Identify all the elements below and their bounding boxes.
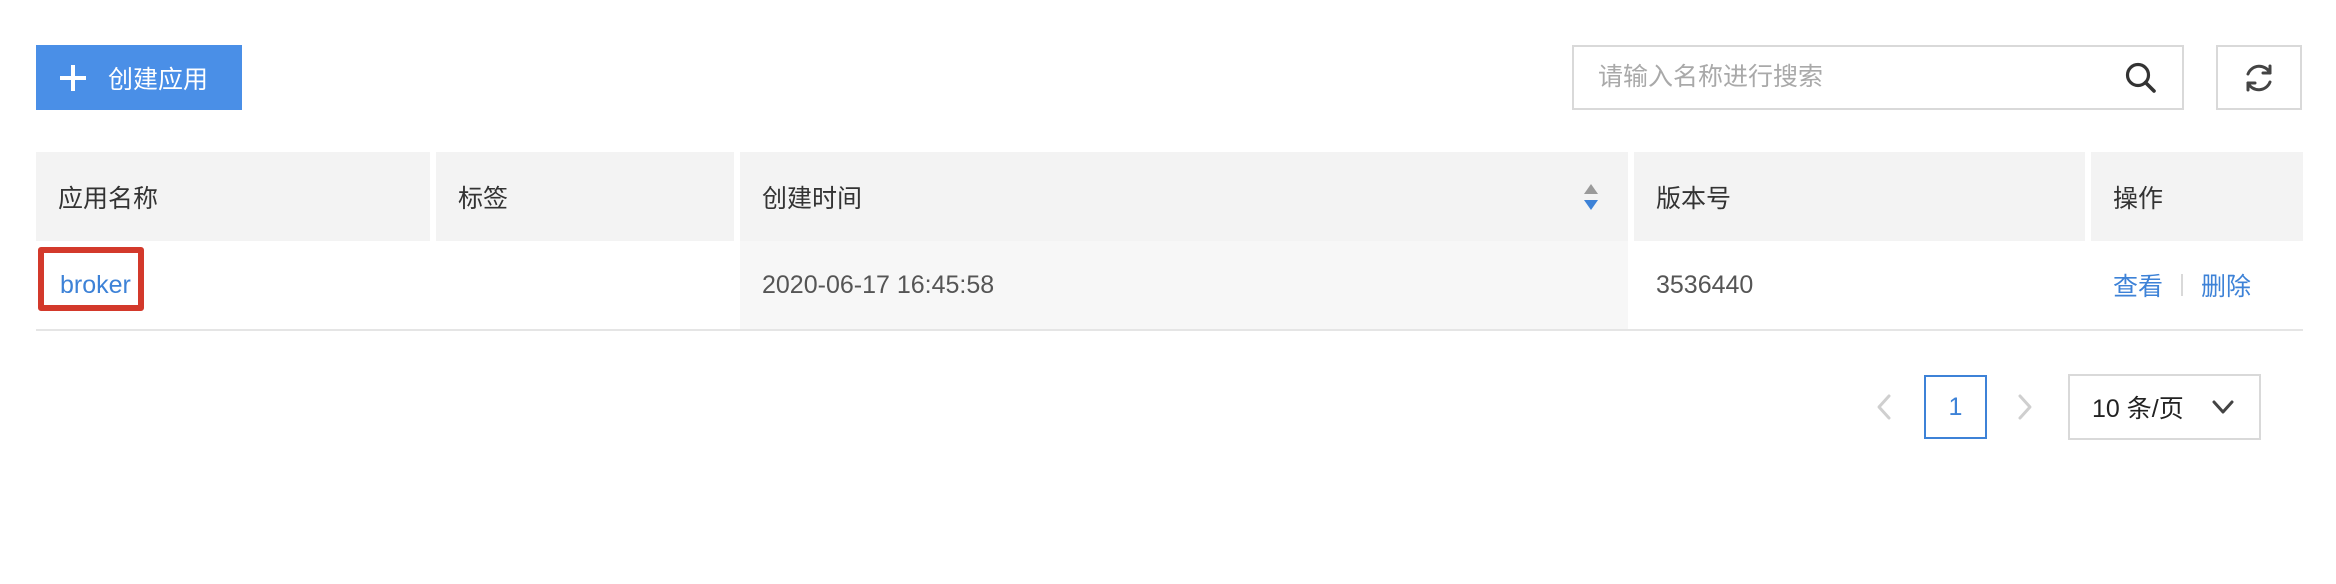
view-link[interactable]: 查看 (2113, 267, 2163, 303)
page-number-current[interactable]: 1 (1924, 375, 1987, 439)
search-icon[interactable] (2124, 61, 2158, 95)
cell-tags (430, 241, 734, 329)
column-header-created-time-label: 创建时间 (762, 184, 863, 213)
table-header: 应用名称 标签 创建时间 版本号 操作 (36, 152, 2303, 241)
create-app-button[interactable]: 创建应用 (36, 45, 242, 110)
cell-version: 3536440 (1628, 241, 2085, 329)
column-header-version: 版本号 (1628, 152, 2085, 241)
column-header-created-time[interactable]: 创建时间 (734, 152, 1628, 241)
search-input[interactable] (1574, 46, 2124, 109)
plus-icon (60, 64, 86, 91)
action-divider (2181, 274, 2184, 296)
app-name-link[interactable]: broker (38, 246, 144, 311)
chevron-down-icon (2212, 400, 2234, 414)
app-list-page: 创建应用 应用名称 标签 创建时间 (0, 0, 2336, 584)
refresh-icon (2246, 64, 2272, 91)
column-header-actions: 操作 (2085, 152, 2303, 241)
app-name-text: broker (60, 270, 131, 299)
column-header-app-name: 应用名称 (58, 184, 159, 213)
delete-link[interactable]: 删除 (2201, 267, 2251, 303)
cell-actions: 查看 删除 (2085, 241, 2303, 329)
pagination: 1 (1870, 374, 2039, 440)
column-header-tags: 标签 (430, 152, 734, 241)
app-table: 应用名称 标签 创建时间 版本号 操作 broker 2020-06-17 16… (36, 152, 2303, 331)
table-row: broker 2020-06-17 16:45:58 3536440 查看 删除 (36, 241, 2303, 331)
next-page-icon[interactable] (2009, 392, 2039, 422)
refresh-button[interactable] (2216, 45, 2302, 110)
prev-page-icon[interactable] (1870, 392, 1900, 422)
page-size-select[interactable]: 10 条/页 (2068, 374, 2261, 440)
create-app-label: 创建应用 (108, 65, 209, 94)
search-box (1572, 45, 2184, 110)
sort-icon[interactable] (1582, 182, 1600, 212)
cell-app-name: broker (36, 241, 430, 329)
page-size-value: 10 条/页 (2092, 395, 2184, 423)
cell-created-time: 2020-06-17 16:45:58 (734, 241, 1628, 329)
